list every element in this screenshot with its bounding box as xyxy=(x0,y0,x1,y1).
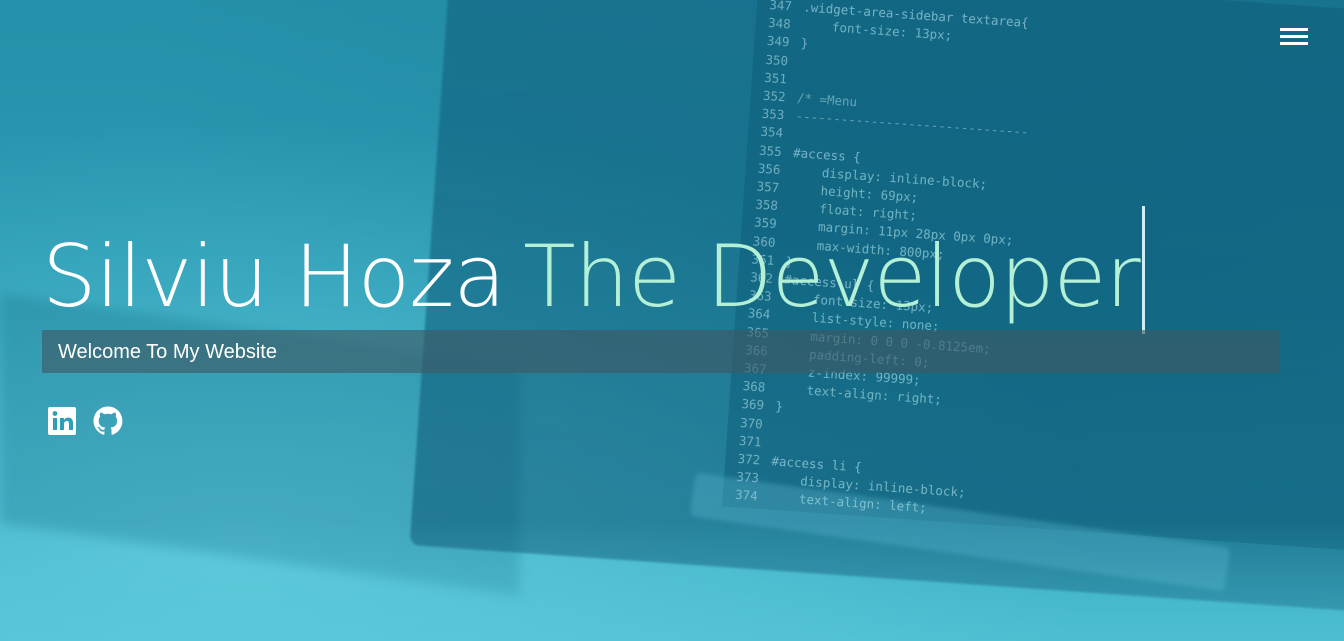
code-line-number: 353 xyxy=(761,105,785,123)
social-links xyxy=(46,405,124,437)
code-line-number: 371 xyxy=(738,432,762,450)
code-line-number: 368 xyxy=(742,378,766,395)
code-line-number: 350 xyxy=(765,51,789,69)
hero-role: The Developer xyxy=(523,227,1141,327)
typing-caret xyxy=(1141,206,1145,334)
github-icon xyxy=(93,406,123,435)
code-line-number: 355 xyxy=(758,142,783,159)
welcome-text: Welcome To My Website xyxy=(58,341,277,363)
code-line-text: #access { xyxy=(792,144,862,165)
github-link[interactable] xyxy=(92,405,124,437)
code-line-number: 351 xyxy=(763,69,788,87)
welcome-bar: Welcome To My Website xyxy=(42,330,1280,373)
hero-title: Silviu Hoza The Developer xyxy=(42,206,1145,336)
code-line-number: 349 xyxy=(766,33,790,50)
code-line-text: } xyxy=(800,35,809,52)
hero-name: Silviu Hoza xyxy=(42,227,506,327)
code-line-number: 356 xyxy=(757,160,782,177)
linkedin-link[interactable] xyxy=(46,405,78,437)
code-line-number: 369 xyxy=(740,396,765,414)
code-line-number: 348 xyxy=(767,15,792,32)
code-line-text: /* =Menu xyxy=(796,90,858,110)
code-line-number: 357 xyxy=(756,178,780,196)
code-line-number: 374 xyxy=(734,487,759,504)
code-line-text: } xyxy=(774,398,784,415)
code-line-number: 354 xyxy=(759,124,784,141)
code-line-number: 352 xyxy=(762,87,787,105)
hamburger-menu-icon[interactable] xyxy=(1280,26,1310,46)
code-line-number: 370 xyxy=(739,414,764,432)
bottom-shade xyxy=(0,521,1344,641)
code-line-number: 372 xyxy=(737,450,761,468)
code-line-number: 373 xyxy=(735,469,760,486)
linkedin-icon xyxy=(48,407,76,435)
